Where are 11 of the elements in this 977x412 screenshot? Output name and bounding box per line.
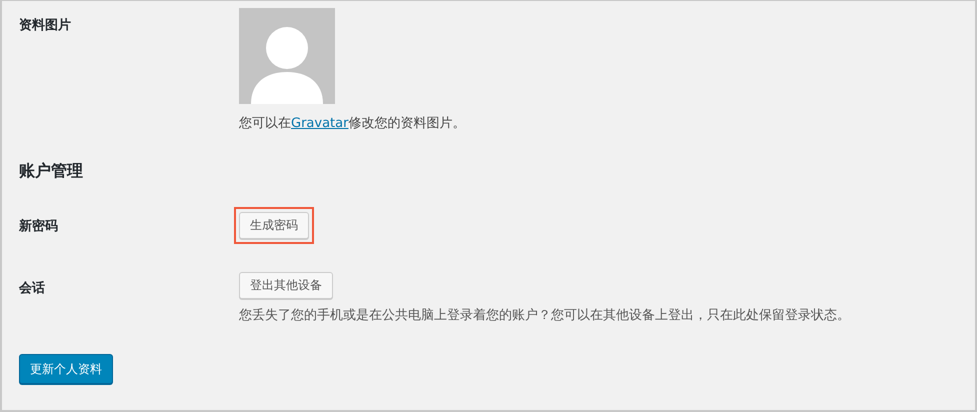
gravatar-link[interactable]: Gravatar	[291, 116, 348, 131]
avatar-caption: 您可以在Gravatar修改您的资料图片。	[239, 115, 466, 132]
section-heading: 账户管理	[19, 161, 84, 182]
secondary-button[interactable]: 登出其他设备	[239, 272, 333, 299]
secondary-button[interactable]: 生成密码	[239, 212, 309, 239]
description-text: 您丢失了您的手机或是在公共电脑上登录着您的账户？您可以在其他设备上登出，只在此处保留登录状态。	[239, 307, 850, 324]
field-label: 资料图片	[19, 18, 71, 33]
update-profile-button[interactable]: 更新个人资料	[19, 354, 113, 384]
avatar-placeholder-icon	[239, 8, 335, 104]
field-label: 会话	[19, 281, 45, 296]
field-label: 新密码	[19, 218, 58, 234]
